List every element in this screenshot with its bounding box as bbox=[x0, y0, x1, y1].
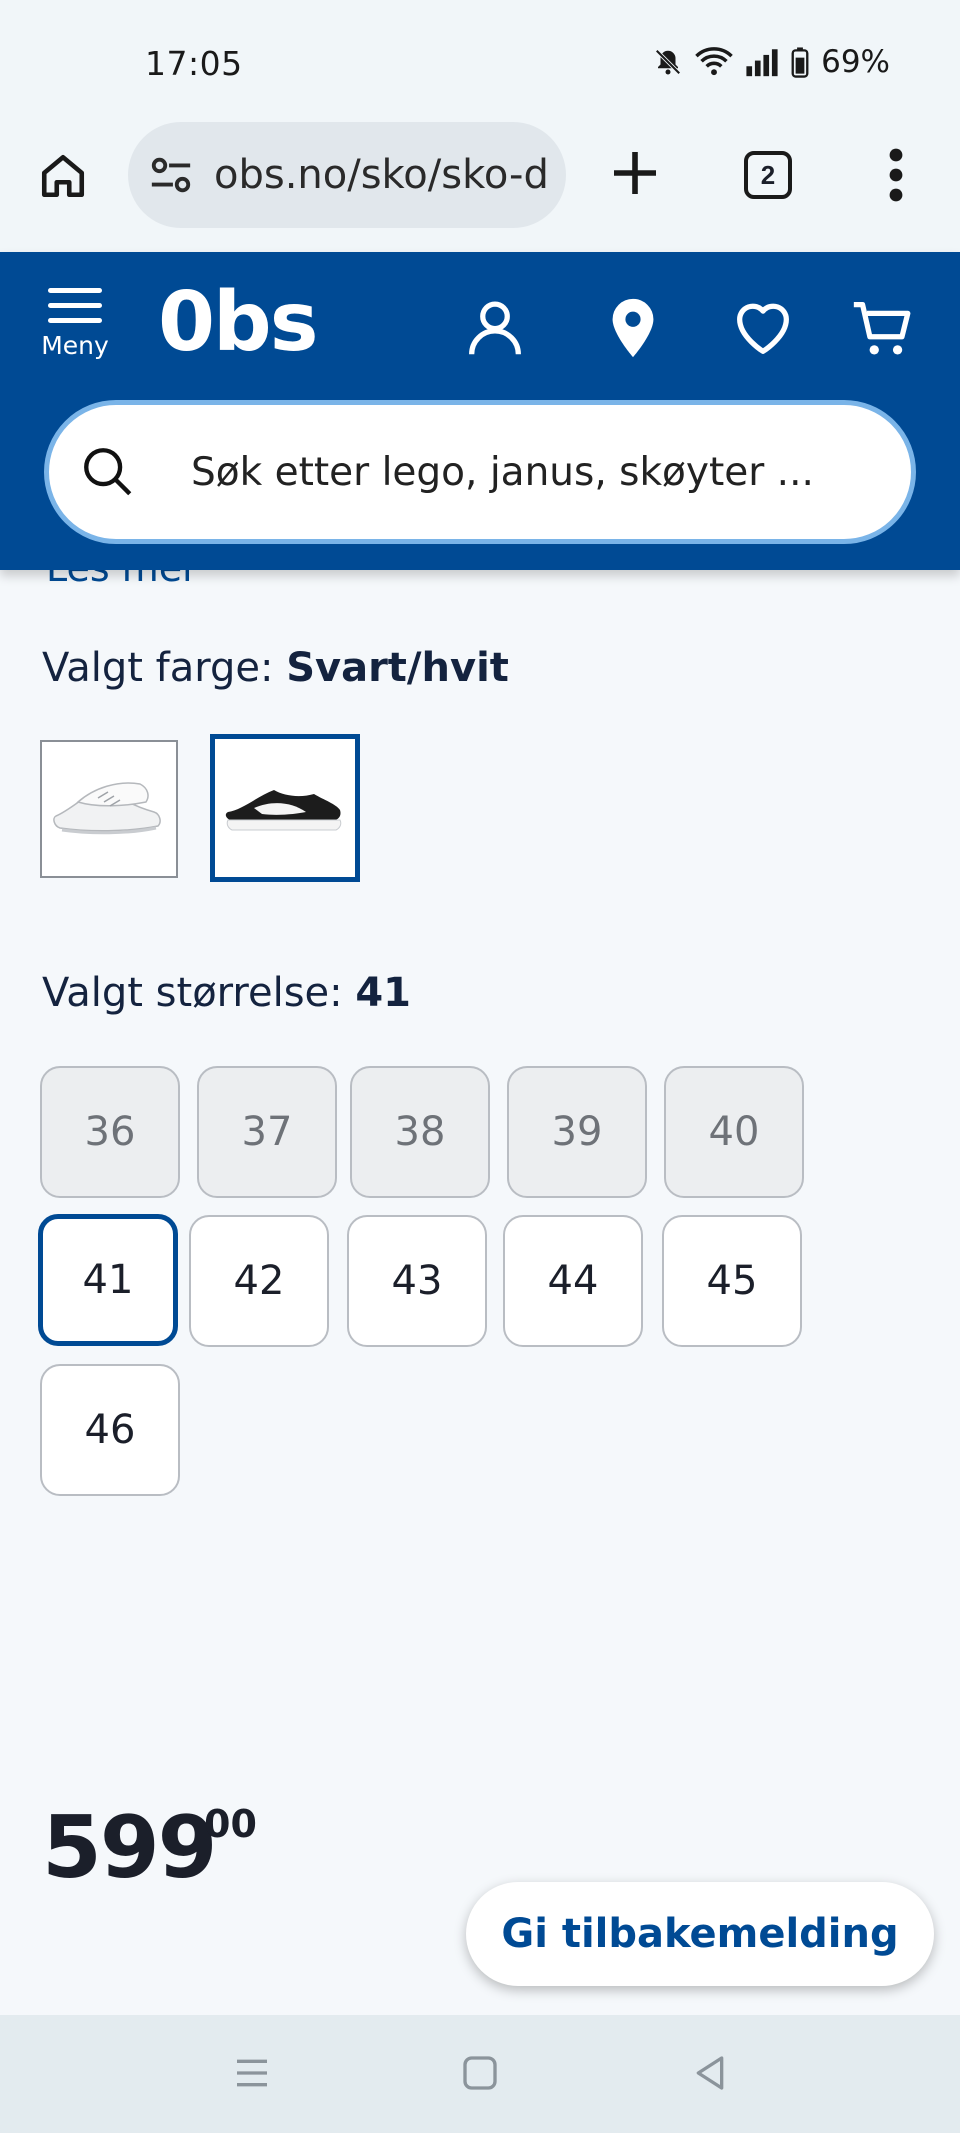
home-button[interactable] bbox=[34, 147, 92, 205]
size-value: 41 bbox=[355, 970, 412, 1016]
size-option[interactable]: 40 bbox=[664, 1066, 804, 1198]
price-main: 599 bbox=[42, 1798, 218, 1898]
hamburger-icon bbox=[48, 288, 102, 323]
recent-apps-icon[interactable] bbox=[232, 2053, 272, 2093]
search-placeholder: Søk etter lego, janus, skøyter ... bbox=[191, 449, 814, 495]
size-option[interactable]: 45 bbox=[662, 1215, 802, 1347]
url-text: obs.no/sko/sko-d bbox=[214, 152, 549, 198]
size-label: Valgt størrelse: bbox=[42, 970, 356, 1016]
price-cents: 00 bbox=[204, 1802, 257, 1846]
size-option[interactable]: 43 bbox=[347, 1215, 487, 1347]
back-nav-icon[interactable] bbox=[690, 2053, 730, 2093]
product-price: 599 00 bbox=[42, 1798, 257, 1898]
search-icon bbox=[84, 448, 132, 496]
store-location-icon[interactable] bbox=[598, 292, 668, 364]
status-icons: 69% bbox=[653, 44, 890, 80]
size-option[interactable]: 38 bbox=[350, 1066, 490, 1198]
menu-label: Meny bbox=[41, 331, 109, 360]
size-option-selected[interactable]: 41 bbox=[38, 1214, 178, 1346]
size-option[interactable]: 36 bbox=[40, 1066, 180, 1198]
size-option[interactable]: 37 bbox=[197, 1066, 337, 1198]
account-icon[interactable] bbox=[460, 292, 530, 364]
obs-logo[interactable]: 0bs bbox=[158, 282, 319, 364]
site-header: Meny 0bs Søk etter lego, janus, skøyter … bbox=[0, 252, 960, 570]
size-option[interactable]: 46 bbox=[40, 1364, 180, 1496]
status-bar: 17:05 69% bbox=[0, 0, 960, 120]
home-nav-icon[interactable] bbox=[460, 2053, 500, 2093]
search-input[interactable]: Søk etter lego, janus, skøyter ... bbox=[44, 400, 916, 544]
menu-button[interactable]: Meny bbox=[38, 288, 112, 374]
size-option[interactable]: 39 bbox=[507, 1066, 647, 1198]
wifi-icon bbox=[695, 47, 733, 76]
battery-icon bbox=[791, 47, 809, 78]
size-option[interactable]: 42 bbox=[189, 1215, 329, 1347]
system-navigation-bar bbox=[0, 2015, 960, 2133]
home-icon bbox=[41, 154, 85, 198]
more-options-icon[interactable] bbox=[880, 147, 912, 203]
new-tab-icon[interactable] bbox=[607, 145, 663, 201]
black-white-shoe-image bbox=[225, 790, 342, 831]
address-bar[interactable]: obs.no/sko/sko-d bbox=[128, 122, 566, 228]
browser-toolbar: obs.no/sko/sko-d 2 bbox=[0, 120, 960, 252]
status-time: 17:05 bbox=[145, 44, 243, 83]
size-option[interactable]: 44 bbox=[503, 1215, 643, 1347]
mute-bell-icon bbox=[655, 49, 681, 75]
site-settings-icon[interactable] bbox=[148, 152, 194, 198]
color-swatch-white[interactable] bbox=[40, 740, 178, 878]
selected-size-line: Valgt størrelse: 41 bbox=[42, 970, 411, 1016]
selected-color-line: Valgt farge: Svart/hvit bbox=[42, 645, 509, 691]
battery-percent: 69% bbox=[821, 44, 890, 80]
tab-switcher-button[interactable]: 2 bbox=[744, 151, 792, 199]
white-shoe-image bbox=[53, 782, 161, 835]
color-label: Valgt farge: bbox=[42, 645, 287, 691]
favorites-heart-icon[interactable] bbox=[728, 292, 798, 364]
cart-icon[interactable] bbox=[848, 292, 918, 364]
feedback-button[interactable]: Gi tilbakemelding bbox=[466, 1882, 934, 1986]
color-value: Svart/hvit bbox=[286, 645, 509, 691]
color-swatch-black-white[interactable] bbox=[210, 734, 360, 882]
signal-icon bbox=[746, 49, 778, 77]
